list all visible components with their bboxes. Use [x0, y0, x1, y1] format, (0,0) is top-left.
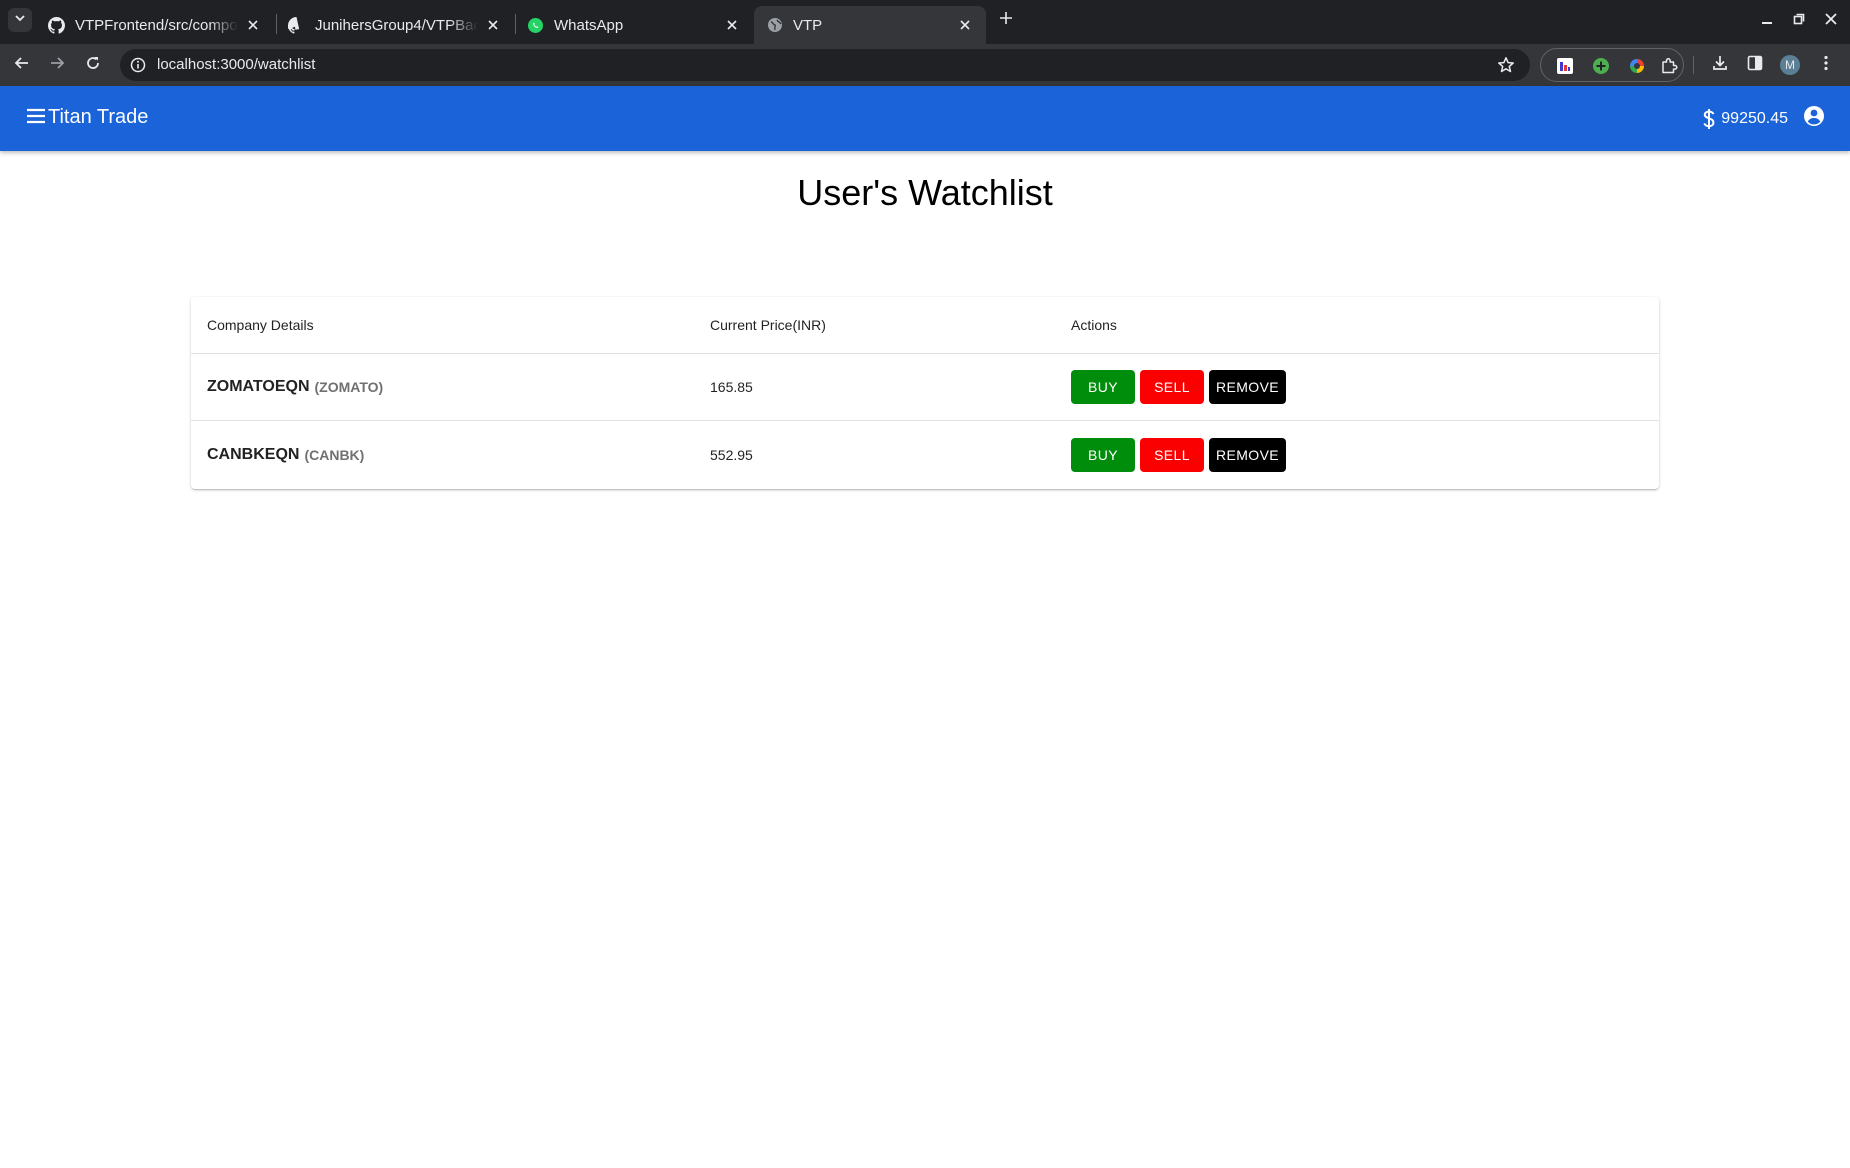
account-button[interactable] [1802, 105, 1826, 132]
toolbar-separator [1693, 56, 1694, 74]
wallet-balance: 99250.45 [1701, 108, 1788, 130]
tab-vtpfrontend[interactable]: VTPFrontend/src/components [36, 6, 274, 44]
globe-icon [766, 17, 783, 34]
app-brand: Titan Trade [48, 106, 149, 128]
side-panel-icon [1746, 54, 1764, 77]
tab-title: JunihersGroup4/VTPBackend [315, 16, 478, 34]
tab-search-button[interactable] [8, 8, 32, 32]
close-icon [1825, 12, 1837, 30]
table-row: ZOMATOEQN (ZOMATO) 165.85 BUY SELL REMOV… [191, 354, 1659, 421]
tab-vtpbackend[interactable]: JunihersGroup4/VTPBackend [276, 6, 514, 44]
row-actions: BUY SELL REMOVE [1071, 354, 1291, 420]
github-icon [48, 16, 65, 34]
balance-amount: 99250.45 [1721, 110, 1788, 127]
company-ticker: (ZOMATO) [314, 379, 384, 395]
tab-vtp[interactable]: VTP [754, 6, 986, 44]
remove-button[interactable]: REMOVE [1209, 437, 1286, 472]
back-button[interactable] [8, 51, 36, 79]
downloads-button[interactable] [1709, 54, 1731, 76]
forward-button[interactable] [43, 51, 71, 79]
browser-toolbar: localhost:3000/watchlist M [0, 44, 1850, 86]
restore-window-button[interactable] [1788, 10, 1810, 32]
tab-whatsapp[interactable]: WhatsApp [515, 6, 753, 44]
github-icon [288, 16, 305, 34]
site-info-icon[interactable] [129, 56, 147, 74]
current-price: 165.85 [710, 379, 753, 395]
account-circle-icon [1803, 105, 1825, 132]
whatsapp-icon [527, 17, 544, 34]
page-title: User's Watchlist [797, 172, 1053, 213]
table-row: CANBKEQN (CANBK) 552.95 BUY SELL REMOVE [191, 421, 1659, 488]
close-tab-icon[interactable] [484, 16, 502, 34]
browser-tab-strip: VTPFrontend/src/components JunihersGroup… [0, 0, 1850, 44]
plus-icon [999, 11, 1013, 30]
extension-color-icon[interactable] [1627, 56, 1647, 76]
buy-button[interactable]: BUY [1071, 370, 1135, 404]
address-bar[interactable]: localhost:3000/watchlist [120, 49, 1530, 81]
restore-icon [1793, 12, 1805, 30]
browser-menu-button[interactable] [1815, 54, 1837, 76]
company-details: CANBKEQN (CANBK) [207, 421, 364, 488]
extensions-puzzle-icon[interactable] [1659, 56, 1679, 76]
download-icon [1711, 54, 1729, 77]
extension-plus-icon[interactable] [1591, 56, 1611, 76]
company-ticker: (CANBK) [304, 446, 365, 463]
tab-title: WhatsApp [554, 16, 624, 34]
side-panel-button[interactable] [1744, 54, 1766, 76]
buy-button[interactable]: BUY [1071, 437, 1135, 472]
menu-button[interactable] [24, 106, 48, 130]
reload-button[interactable] [79, 51, 107, 79]
more-vertical-icon [1817, 54, 1835, 77]
tab-title: VTP [793, 16, 823, 34]
current-price: 552.95 [710, 446, 753, 463]
column-header-company: Company Details [207, 317, 314, 333]
url-text: localhost:3000/watchlist [157, 56, 316, 73]
profile-button[interactable]: M [1779, 54, 1801, 76]
sell-button[interactable]: SELL [1140, 370, 1204, 404]
reload-icon [85, 55, 101, 76]
tab-title: VTPFrontend/src/components [75, 16, 238, 34]
bookmark-star-icon[interactable] [1496, 55, 1516, 75]
company-details: ZOMATOEQN (ZOMATO) [207, 354, 383, 420]
arrow-left-icon [14, 55, 30, 76]
app-bar: Titan Trade 99250.45 [0, 86, 1850, 151]
close-tab-icon[interactable] [244, 16, 262, 34]
company-symbol: ZOMATOEQN [207, 378, 310, 395]
minimize-icon [1761, 12, 1773, 30]
arrow-right-icon [49, 55, 65, 76]
dollar-icon [1701, 108, 1717, 130]
close-tab-icon[interactable] [723, 16, 741, 34]
minimize-window-button[interactable] [1756, 10, 1778, 32]
new-tab-button[interactable] [995, 9, 1017, 31]
profile-avatar: M [1780, 55, 1800, 75]
sell-button[interactable]: SELL [1140, 437, 1204, 472]
chevron-down-icon [14, 11, 26, 29]
extensions-group [1540, 48, 1684, 82]
extension-chart-icon[interactable] [1555, 56, 1575, 76]
watchlist-table: Company Details Current Price(INR) Actio… [191, 297, 1659, 489]
close-window-button[interactable] [1820, 10, 1842, 32]
column-header-actions: Actions [1071, 317, 1117, 333]
remove-button[interactable]: REMOVE [1209, 370, 1286, 404]
column-header-price: Current Price(INR) [710, 317, 826, 333]
menu-icon [26, 108, 46, 129]
company-symbol: CANBKEQN [207, 445, 300, 463]
close-tab-icon[interactable] [956, 16, 974, 34]
table-header-row: Company Details Current Price(INR) Actio… [191, 297, 1659, 354]
row-actions: BUY SELL REMOVE [1071, 421, 1291, 488]
